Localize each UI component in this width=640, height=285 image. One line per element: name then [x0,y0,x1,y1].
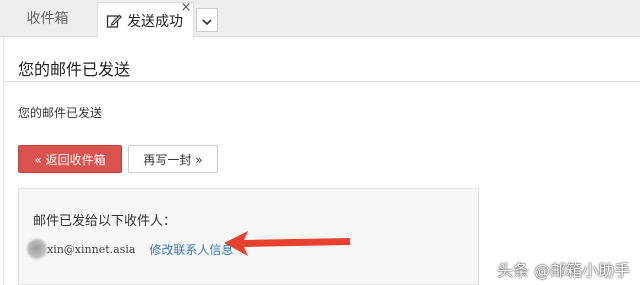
avatar [27,239,47,259]
edit-contact-link[interactable]: 修改联系人信息 [149,241,233,258]
recipient-heading: 邮件已发给以下收件人： [33,214,177,229]
recipient-row: xin@xinnet.asia 修改联系人信息 [27,239,233,259]
edit-icon [106,13,122,29]
content-border [3,37,4,285]
tab-inbox-label: 收件箱 [26,11,69,27]
divider [3,81,640,82]
watermark: 头条 @邮箱小助手 [497,261,631,280]
sent-message: 您的邮件已发送 [18,106,103,120]
tab-bar: 收件箱 发送成功 × [0,0,640,38]
chevron-down-icon [202,11,212,30]
write-again-button[interactable]: 再写一封 » [128,145,218,173]
recipient-email: xin@xinnet.asia [47,242,136,256]
back-to-inbox-button[interactable]: « 返回收件箱 [18,145,122,173]
tab-inbox[interactable]: 收件箱 [0,0,95,36]
tab-send-success-label: 发送成功 [127,13,183,30]
tab-dropdown-button[interactable] [196,8,218,32]
close-icon[interactable]: × [179,1,193,15]
page-title: 您的邮件已发送 [18,60,131,79]
arrow-annotation-icon [222,228,352,258]
